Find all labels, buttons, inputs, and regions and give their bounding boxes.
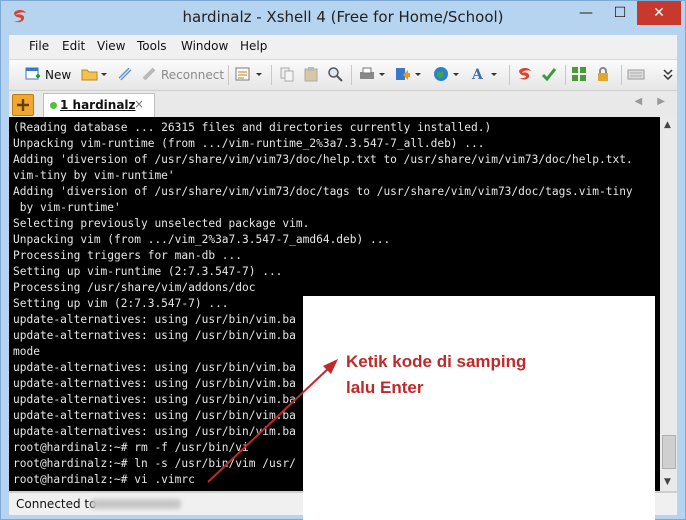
annotation-arrow	[207, 359, 338, 483]
